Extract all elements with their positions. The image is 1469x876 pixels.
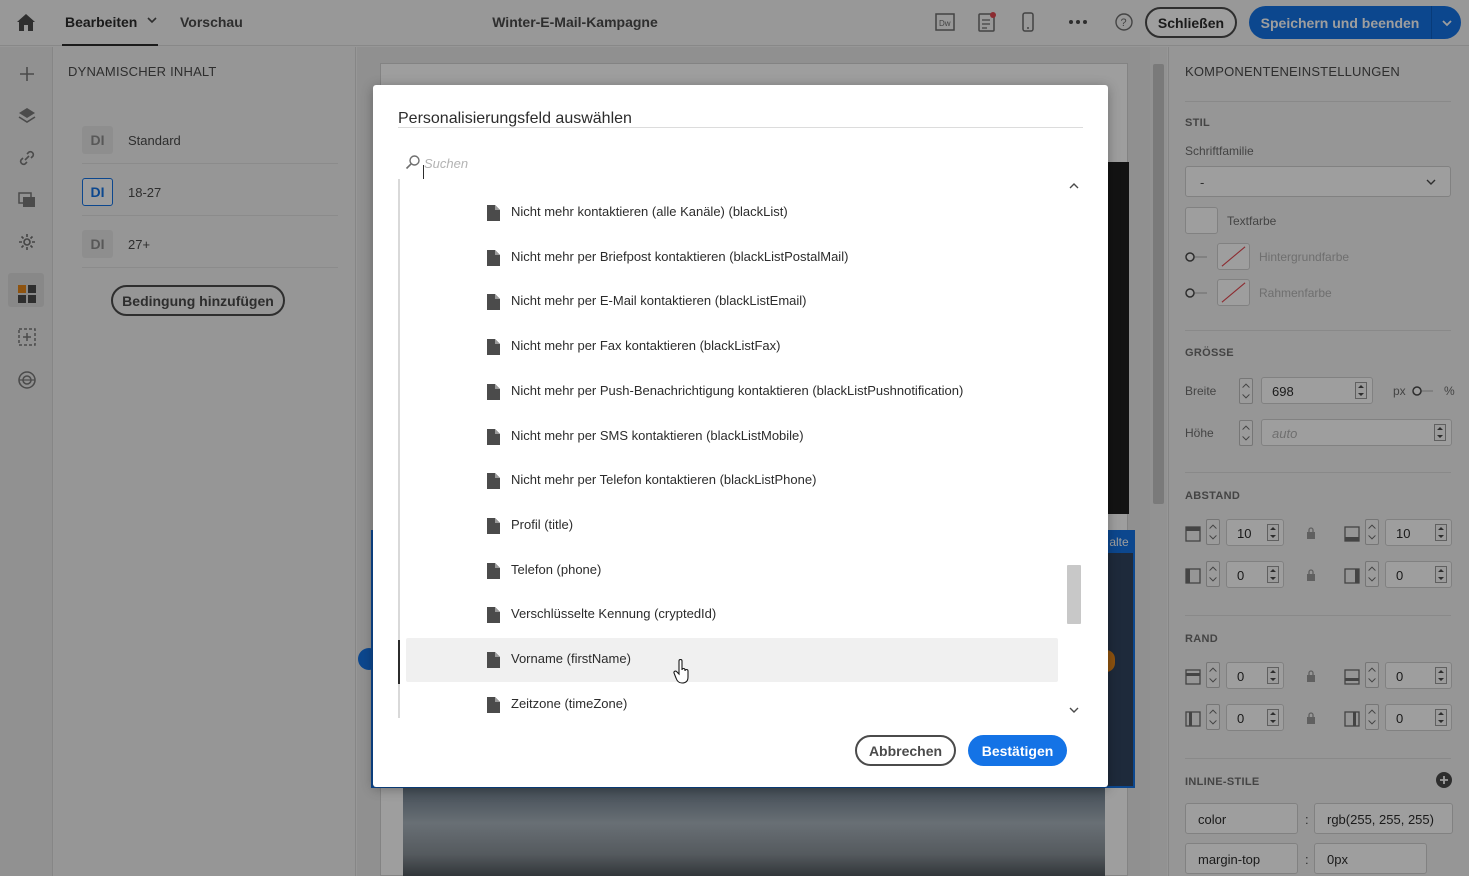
- tree-guide-active: [398, 640, 400, 684]
- field-list-item-label: Nicht mehr per SMS kontaktieren (blackLi…: [511, 428, 804, 443]
- divider: [398, 127, 1083, 128]
- document-icon: [487, 250, 500, 266]
- field-list-item-label: Verschlüsselte Kennung (cryptedId): [511, 606, 717, 621]
- field-list-item[interactable]: Nicht mehr per E-Mail kontaktieren (blac…: [406, 280, 1058, 324]
- search-field[interactable]: [405, 153, 705, 175]
- tree-guide-line: [398, 179, 400, 718]
- field-list-item[interactable]: Nicht mehr per Fax kontaktieren (blackLi…: [406, 325, 1058, 369]
- field-list-item[interactable]: Nicht mehr per Telefon kontaktieren (bla…: [406, 459, 1058, 503]
- document-icon: [487, 652, 500, 668]
- document-icon: [487, 607, 500, 623]
- field-list-item-label: Nicht mehr per Telefon kontaktieren (bla…: [511, 472, 817, 487]
- field-list-item[interactable]: Nicht mehr kontaktieren (alle Kanäle) (b…: [406, 191, 1058, 235]
- document-icon: [487, 429, 500, 445]
- document-icon: [487, 473, 500, 489]
- scroll-down-icon[interactable]: [1069, 706, 1079, 714]
- field-list-item-label: Profil (title): [511, 517, 574, 532]
- search-icon: [405, 155, 420, 170]
- list-scrollbar-thumb[interactable]: [1067, 565, 1081, 624]
- document-icon: [487, 384, 500, 400]
- field-list-item-label: Zeitzone (timeZone): [511, 696, 628, 711]
- field-list-item[interactable]: Nicht mehr per SMS kontaktieren (blackLi…: [406, 415, 1058, 459]
- dialog-title: Personalisierungsfeld auswählen: [398, 110, 632, 127]
- confirm-button[interactable]: Bestätigen: [968, 735, 1067, 766]
- field-list-item[interactable]: Vorname (firstName): [406, 638, 1058, 682]
- field-list-item-label: Nicht mehr per Push-Benachrichtigung kon…: [511, 383, 964, 398]
- field-list-item-label: Nicht mehr per E-Mail kontaktieren (blac…: [511, 293, 807, 308]
- cancel-button[interactable]: Abbrechen: [855, 735, 956, 766]
- field-list: Nicht mehr kontaktieren (alle Kanäle) (b…: [398, 179, 1083, 718]
- field-list-item[interactable]: Nicht mehr per Push-Benachrichtigung kon…: [406, 370, 1058, 414]
- field-list-item-label: Nicht mehr per Fax kontaktieren (blackLi…: [511, 338, 781, 353]
- field-list-item[interactable]: Zeitzone (timeZone): [406, 683, 1058, 718]
- scroll-up-icon[interactable]: [1069, 182, 1079, 190]
- document-icon: [487, 294, 500, 310]
- search-input[interactable]: [424, 153, 704, 173]
- field-list-item[interactable]: Nicht mehr per Briefpost kontaktieren (b…: [406, 236, 1058, 280]
- document-icon: [487, 518, 500, 534]
- document-icon: [487, 563, 500, 579]
- text-caret: [423, 165, 424, 179]
- field-list-item[interactable]: Profil (title): [406, 504, 1058, 548]
- document-icon: [487, 339, 500, 355]
- personalization-field-dialog: Personalisierungsfeld auswählen Nicht me…: [373, 85, 1108, 787]
- field-list-item-label: Nicht mehr per Briefpost kontaktieren (b…: [511, 249, 849, 264]
- field-list-item-label: Vorname (firstName): [511, 651, 631, 666]
- field-list-item[interactable]: Verschlüsselte Kennung (cryptedId): [406, 593, 1058, 637]
- field-list-item[interactable]: Telefon (phone): [406, 549, 1058, 593]
- list-scrollbar[interactable]: [1066, 179, 1083, 718]
- document-icon: [487, 205, 500, 221]
- field-list-item-label: Telefon (phone): [511, 562, 602, 577]
- document-icon: [487, 697, 500, 713]
- hand-cursor-icon: [673, 659, 689, 684]
- field-list-item-label: Nicht mehr kontaktieren (alle Kanäle) (b…: [511, 204, 788, 219]
